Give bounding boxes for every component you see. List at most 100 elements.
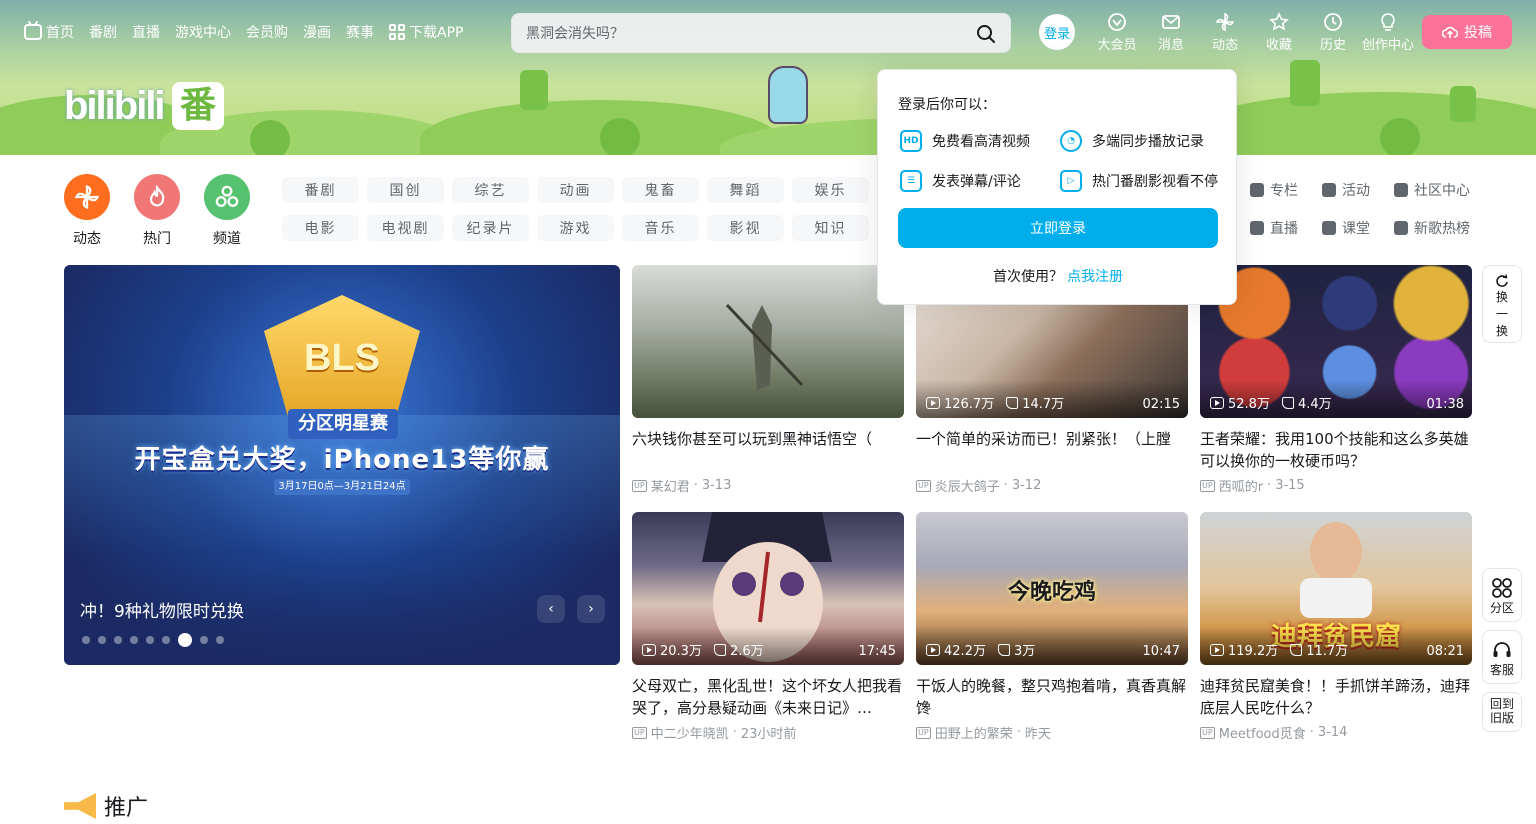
quick-hot[interactable]: 热门 (134, 174, 180, 248)
nav-download-app[interactable]: 下载APP (389, 22, 463, 42)
channel-chip[interactable]: 综艺 (452, 177, 529, 203)
channel-chip[interactable]: 电视剧 (367, 215, 444, 241)
video-author[interactable]: 中二少年晓凯 (651, 723, 729, 742)
video-title[interactable]: 父母双亡，黑化乱世！这个坏女人把我看哭了，高分悬疑动画《未来日记》… (632, 675, 904, 719)
channel-chip[interactable]: 娱乐 (792, 177, 869, 203)
side-link-column[interactable]: 专栏 (1250, 180, 1322, 200)
login-avatar-button[interactable]: 登录 (1039, 14, 1075, 50)
channel-chip[interactable]: 纪录片 (452, 215, 529, 241)
video-meta: UP Meetfood觅食 · 3-14 (1200, 723, 1472, 742)
carousel-dot[interactable] (82, 636, 90, 644)
nav-creator-center[interactable]: 创作中心 (1360, 12, 1416, 53)
register-link[interactable]: 点我注册 (1067, 269, 1123, 285)
carousel-dot[interactable] (146, 636, 154, 644)
nav-messages[interactable]: 消息 (1144, 12, 1198, 53)
windmill-icon (1215, 12, 1235, 32)
side-link-community[interactable]: 社区中心 (1394, 180, 1494, 200)
video-author[interactable]: Meetfood觅食 (1219, 723, 1306, 742)
quick-dynamic[interactable]: 动态 (64, 174, 110, 248)
refresh-button[interactable]: 换 一 换 (1482, 265, 1522, 343)
carousel-next-button[interactable]: › (577, 595, 605, 623)
video-thumbnail[interactable]: 迪拜贫民窟 119.2万 11.7万 08:21 (1200, 512, 1472, 665)
side-link-activity[interactable]: 活动 (1322, 180, 1394, 200)
video-author[interactable]: 田野上的繁荣 (935, 723, 1013, 742)
channel-chip[interactable]: 动画 (537, 177, 614, 203)
video-author[interactable]: 炎辰大鸽子 (935, 476, 1000, 495)
nav-messages-label: 消息 (1157, 38, 1184, 53)
channel-chip[interactable]: 知识 (792, 215, 869, 241)
channel-chip[interactable]: 音乐 (622, 215, 699, 241)
banner-bush (520, 70, 548, 110)
video-author[interactable]: 某幻君 (651, 476, 690, 495)
views-stat: 20.3万 (642, 640, 702, 659)
nav-live[interactable]: 直播 (132, 22, 160, 42)
banner-clover (1380, 118, 1420, 155)
carousel-dot[interactable] (216, 636, 224, 644)
nav-match[interactable]: 赛事 (346, 22, 374, 42)
upload-label: 投稿 (1464, 25, 1492, 41)
nav-history[interactable]: 历史 (1306, 12, 1360, 53)
likes-stat: 4.4万 (1281, 393, 1332, 412)
video-card[interactable]: 今晚吃鸡 42.2万 3万 10:47 干饭人的晚餐，整只鸡抱着啃，真香真解馋 … (916, 512, 1188, 742)
channel-chip[interactable]: 舞蹈 (707, 177, 784, 203)
old-version-button[interactable]: 回到 旧版 (1482, 692, 1522, 732)
carousel-dot[interactable] (178, 633, 192, 647)
channel-chip[interactable]: 电影 (282, 215, 359, 241)
quick-channel[interactable]: 频道 (204, 174, 250, 248)
zone-button[interactable]: 分区 (1482, 568, 1522, 622)
side-link-music-chart[interactable]: 新歌热榜 (1394, 218, 1494, 238)
nav-dynamic[interactable]: 动态 (1198, 12, 1252, 53)
carousel-dot[interactable] (200, 636, 208, 644)
video-title[interactable]: 迪拜贫民窟美食！！手抓饼羊蹄汤，迪拜底层人民吃什么？ (1200, 675, 1472, 719)
bilibili-fan-logo[interactable]: bilibili 番 (64, 80, 224, 134)
carousel-dot[interactable] (114, 636, 122, 644)
video-title[interactable]: 干饭人的晚餐，整只鸡抱着啃，真香真解馋 (916, 675, 1188, 719)
carousel-dot[interactable] (98, 636, 106, 644)
nav-vip[interactable]: 大会员 (1090, 12, 1144, 53)
channel-chip[interactable]: 影视 (707, 215, 784, 241)
video-card[interactable]: 52.8万 4.4万 01:38 王者荣耀：我用100个技能和这么多英雄可以换你… (1200, 265, 1472, 495)
nav-game-center[interactable]: 游戏中心 (175, 22, 231, 42)
side-link-classroom[interactable]: 课堂 (1322, 218, 1394, 238)
video-title[interactable]: 六块钱你甚至可以玩到黑神话悟空（ (632, 428, 904, 472)
top-nav: 首页 番剧 直播 游戏中心 会员购 漫画 赛事 下载APP 登录 大会员 消息 (0, 0, 1536, 64)
channel-chip[interactable]: 游戏 (537, 215, 614, 241)
side-link-live[interactable]: 直播 (1250, 218, 1322, 238)
search-icon[interactable] (976, 24, 996, 44)
video-duration: 17:45 (858, 644, 896, 659)
hero-carousel[interactable]: BLS 分区明星赛 开宝盒兑大奖，iPhone13等你赢 3月17日0点—3月2… (64, 265, 620, 665)
carousel-prev-button[interactable]: ‹ (537, 595, 565, 623)
carousel-dot[interactable] (130, 636, 138, 644)
video-title[interactable]: 一个简单的采访而已！别紧张！（上膛 (916, 428, 1188, 472)
video-author[interactable]: 西呱的r (1219, 476, 1263, 495)
nav-manga[interactable]: 漫画 (303, 22, 331, 42)
bilibili-tv-icon (24, 24, 42, 40)
video-title[interactable]: 王者荣耀：我用100个技能和这么多英雄可以换你的一枚硬币吗？ (1200, 428, 1472, 472)
channel-chip[interactable]: 国创 (367, 177, 444, 203)
video-thumbnail[interactable]: 20.3万 2.6万 17:45 (632, 512, 904, 665)
video-thumbnail[interactable]: 今晚吃鸡 42.2万 3万 10:47 (916, 512, 1188, 665)
video-thumbnail[interactable] (632, 265, 904, 418)
video-card[interactable]: 20.3万 2.6万 17:45 父母双亡，黑化乱世！这个坏女人把我看哭了，高分… (632, 512, 904, 742)
channel-chip[interactable]: 鬼畜 (622, 177, 699, 203)
carousel-title[interactable]: 冲！9种礼物限时兑换 (80, 597, 244, 622)
thumbs-up-icon (713, 643, 726, 656)
lightbulb-icon (1381, 13, 1395, 31)
upload-button[interactable]: 投稿 (1422, 15, 1512, 49)
nav-home[interactable]: 首页 (24, 22, 74, 42)
login-now-button[interactable]: 立即登录 (898, 208, 1218, 248)
video-card[interactable]: 迪拜贫民窟 119.2万 11.7万 08:21 迪拜贫民窟美食！！手抓饼羊蹄汤… (1200, 512, 1472, 742)
nav-mall[interactable]: 会员购 (246, 22, 288, 42)
search-input[interactable] (526, 23, 966, 45)
video-thumbnail[interactable]: 52.8万 4.4万 01:38 (1200, 265, 1472, 418)
up-tag-icon: UP (632, 726, 647, 739)
meta-separator: · (732, 725, 737, 740)
nav-favorites[interactable]: 收藏 (1252, 12, 1306, 53)
vip-icon (1108, 13, 1126, 31)
video-date: 昨天 (1024, 727, 1051, 742)
carousel-dot[interactable] (162, 636, 170, 644)
customer-service-button[interactable]: 客服 (1482, 630, 1522, 684)
video-card[interactable]: 六块钱你甚至可以玩到黑神话悟空（ UP 某幻君 · 3-13 (632, 265, 904, 495)
channel-chip[interactable]: 番剧 (282, 177, 359, 203)
nav-bangumi[interactable]: 番剧 (89, 22, 117, 42)
